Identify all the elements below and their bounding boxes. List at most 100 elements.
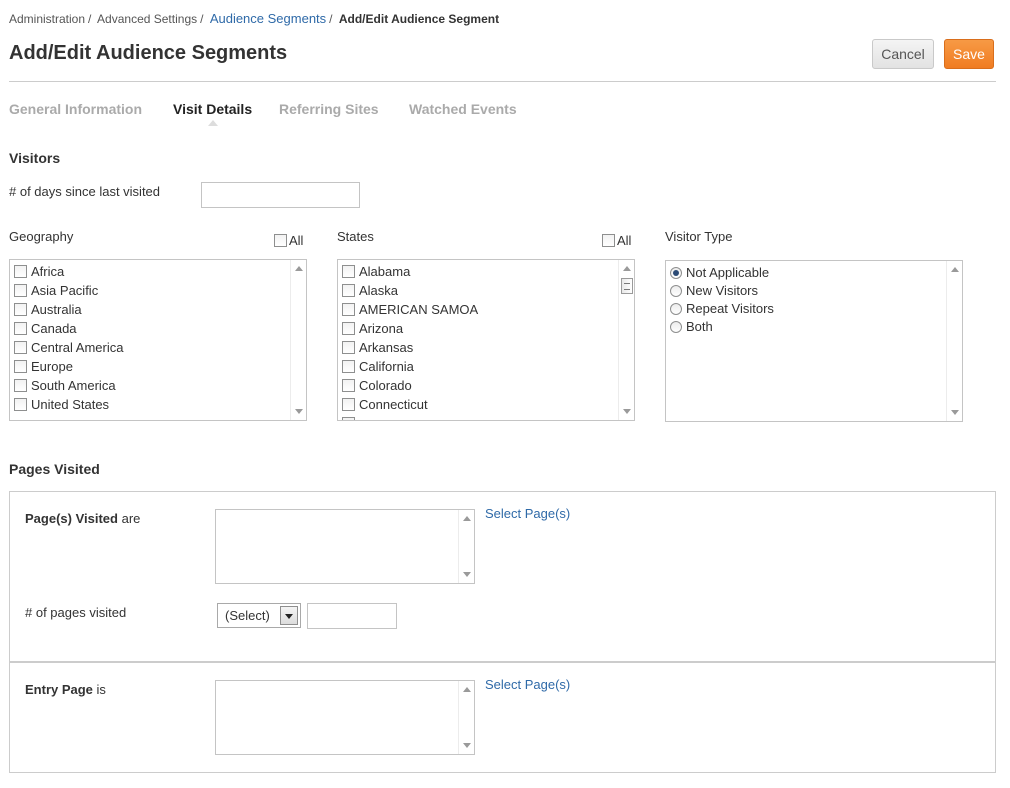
list-item-label: Europe — [31, 359, 73, 374]
visitor-type-repeat-visitors[interactable]: Repeat Visitors — [670, 299, 774, 318]
radio[interactable] — [670, 284, 682, 297]
checkbox[interactable] — [14, 284, 27, 297]
states-all-toggle[interactable]: All — [602, 233, 631, 248]
breadcrumb-administration[interactable]: Administration — [9, 12, 85, 26]
list-item-label: United States — [31, 397, 110, 412]
list-item-label: Not Applicable — [686, 265, 770, 280]
geography-item-africa[interactable]: Africa — [14, 262, 64, 281]
radio-selected[interactable] — [670, 266, 682, 279]
checkbox[interactable] — [14, 322, 27, 335]
dropdown-arrow-icon[interactable] — [280, 606, 298, 625]
visitor-type-listbox[interactable]: Not Applicable New Visitors Repeat Visit… — [665, 260, 963, 422]
tab-referring-sites[interactable]: Referring Sites — [279, 101, 379, 117]
pages-visited-label-rest: are — [121, 511, 141, 526]
breadcrumb-advanced-settings[interactable]: Advanced Settings — [97, 12, 197, 26]
list-item-label: Africa — [31, 264, 65, 279]
radio[interactable] — [670, 302, 682, 315]
states-item-alabama[interactable]: Alabama — [342, 262, 410, 281]
checkbox[interactable] — [14, 379, 27, 392]
states-item-arkansas[interactable]: Arkansas — [342, 338, 413, 357]
scroll-up-icon[interactable] — [623, 266, 631, 271]
select-value: (Select) — [225, 608, 270, 623]
visitor-type-not-applicable[interactable]: Not Applicable — [670, 263, 769, 282]
geography-item-central-america[interactable]: Central America — [14, 338, 123, 357]
pages-visited-listbox[interactable] — [215, 509, 475, 584]
geography-item-canada[interactable]: Canada — [14, 319, 77, 338]
checkbox[interactable] — [342, 360, 355, 373]
tab-watched-events[interactable]: Watched Events — [409, 101, 517, 117]
checkbox[interactable] — [14, 360, 27, 373]
list-item-label: Alaska — [359, 283, 399, 298]
breadcrumb: Administration / Advanced Settings / Audie… — [9, 11, 502, 26]
geography-item-asia-pacific[interactable]: Asia Pacific — [14, 281, 98, 300]
breadcrumb-separator: / — [88, 12, 92, 26]
list-item-label: Colorado — [359, 378, 412, 393]
cancel-button[interactable]: Cancel — [872, 39, 934, 69]
pages-visited-scrollbar[interactable] — [458, 510, 474, 583]
states-item-connecticut[interactable]: Connecticut — [342, 395, 428, 414]
scroll-up-icon[interactable] — [295, 266, 303, 271]
list-item-label: Central America — [31, 340, 124, 355]
scroll-down-icon[interactable] — [623, 409, 631, 414]
checkbox[interactable] — [14, 341, 27, 354]
entry-page-scrollbar[interactable] — [458, 681, 474, 754]
visitor-type-new-visitors[interactable]: New Visitors — [670, 281, 758, 300]
radio[interactable] — [670, 320, 682, 333]
geography-listbox[interactable]: Africa Asia Pacific Australia Canada Cen… — [9, 259, 307, 421]
checkbox[interactable] — [14, 303, 27, 316]
states-item-california[interactable]: California — [342, 357, 414, 376]
visitor-type-scrollbar[interactable] — [946, 261, 962, 421]
geography-all-checkbox[interactable] — [274, 234, 287, 247]
select-pages-link[interactable]: Select Page(s) — [485, 506, 570, 521]
scroll-up-icon[interactable] — [463, 687, 471, 692]
checkbox[interactable] — [14, 265, 27, 278]
states-item-partial[interactable] — [342, 414, 359, 420]
states-all-checkbox[interactable] — [602, 234, 615, 247]
states-item-alaska[interactable]: Alaska — [342, 281, 398, 300]
checkbox[interactable] — [14, 398, 27, 411]
geography-all-label: All — [289, 233, 304, 248]
scroll-down-icon[interactable] — [463, 743, 471, 748]
checkbox[interactable] — [342, 417, 355, 420]
scroll-up-icon[interactable] — [951, 267, 959, 272]
geography-item-united-states[interactable]: United States — [14, 395, 109, 414]
scroll-up-icon[interactable] — [463, 516, 471, 521]
checkbox[interactable] — [342, 322, 355, 335]
states-listbox[interactable]: Alabama Alaska AMERICAN SAMOA Arizona Ar… — [337, 259, 635, 421]
scroll-down-icon[interactable] — [951, 410, 959, 415]
num-pages-visited-input[interactable] — [307, 603, 397, 629]
geography-item-australia[interactable]: Australia — [14, 300, 82, 319]
scroll-thumb[interactable] — [621, 278, 633, 294]
states-item-american-samoa[interactable]: AMERICAN SAMOA — [342, 300, 478, 319]
states-item-arizona[interactable]: Arizona — [342, 319, 403, 338]
checkbox[interactable] — [342, 379, 355, 392]
entry-select-pages-link[interactable]: Select Page(s) — [485, 677, 570, 692]
checkbox[interactable] — [342, 303, 355, 316]
geography-item-europe[interactable]: Europe — [14, 357, 73, 376]
days-since-last-visited-input[interactable] — [201, 182, 360, 208]
scroll-down-icon[interactable] — [463, 572, 471, 577]
states-scrollbar[interactable] — [618, 260, 634, 420]
checkbox[interactable] — [342, 341, 355, 354]
list-item-label: Australia — [31, 302, 82, 317]
checkbox[interactable] — [342, 398, 355, 411]
entry-page-listbox[interactable] — [215, 680, 475, 755]
scroll-down-icon[interactable] — [295, 409, 303, 414]
save-button[interactable]: Save — [944, 39, 994, 69]
num-pages-visited-label: # of pages visited — [25, 605, 127, 620]
breadcrumb-separator: / — [329, 12, 333, 26]
checkbox[interactable] — [342, 284, 355, 297]
visitor-type-both[interactable]: Both — [670, 317, 713, 336]
tab-general-information[interactable]: General Information — [9, 101, 142, 117]
geography-scrollbar[interactable] — [290, 260, 306, 420]
states-label: States — [337, 229, 374, 244]
geography-all-toggle[interactable]: All — [274, 233, 303, 248]
list-item-label: AMERICAN SAMOA — [359, 302, 479, 317]
geography-item-south-america[interactable]: South America — [14, 376, 116, 395]
states-item-colorado[interactable]: Colorado — [342, 376, 412, 395]
tab-visit-details[interactable]: Visit Details — [173, 101, 252, 117]
checkbox[interactable] — [342, 265, 355, 278]
num-pages-operator-select[interactable]: (Select) — [217, 603, 301, 628]
header-divider — [9, 81, 996, 82]
breadcrumb-audience-segments[interactable]: Audience Segments — [210, 11, 326, 26]
